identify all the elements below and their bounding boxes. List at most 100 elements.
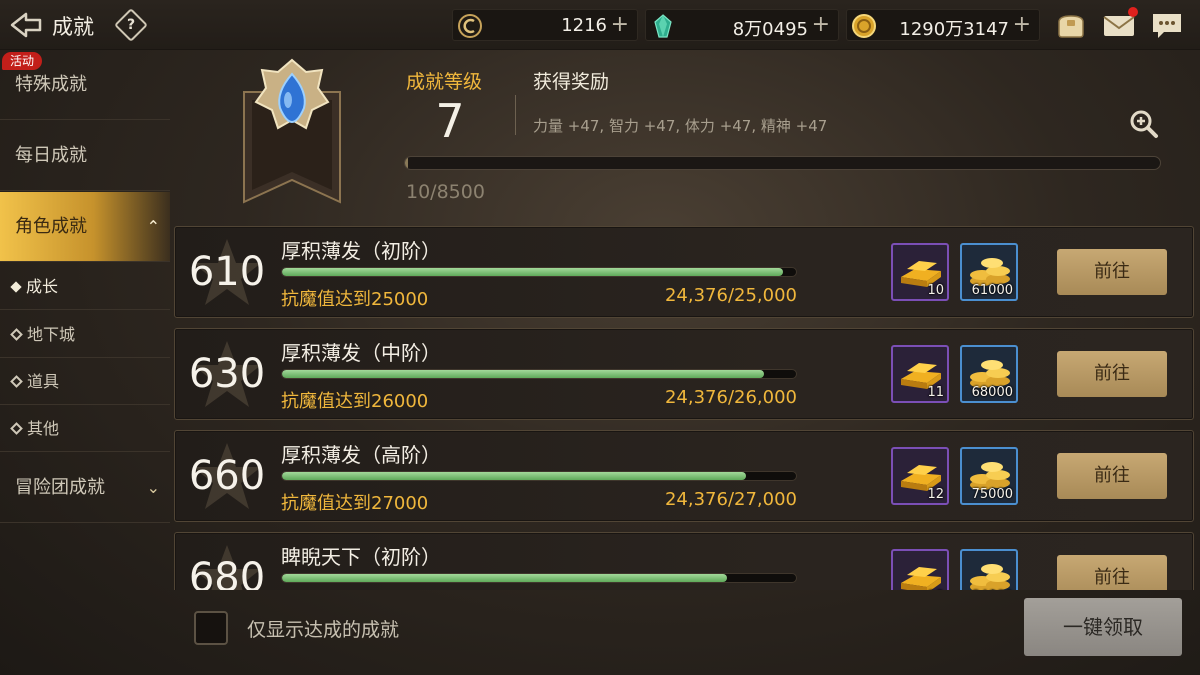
achievement-level-label: 成就等级 <box>406 71 483 93</box>
green-crystal-icon <box>654 14 672 38</box>
achievement-name: 厚积薄发（初阶） <box>281 239 441 263</box>
help-button[interactable]: ? <box>114 8 148 42</box>
reward-stats: 力量 +47, 智力 +47, 体力 +47, 精神 +47 <box>533 117 828 135</box>
achievement-list[interactable]: 610 厚积薄发（初阶） 抗魔值达到25000 24,376/25,000 10… <box>174 226 1194 590</box>
reward-quantity: 61000 <box>971 283 1013 298</box>
achievement-emblem-icon <box>243 58 341 204</box>
go-button[interactable]: 前往 <box>1057 249 1167 295</box>
achievement-progress-text: 24,376/27,000 <box>664 489 797 510</box>
achievement-level-value: 7 <box>435 94 465 148</box>
currency-crystal: 8万0495 + <box>645 9 839 41</box>
sidebar-item-special[interactable]: 活动 特殊成就 <box>0 50 170 120</box>
level-progress-text: 10/8500 <box>406 181 485 203</box>
bottom-bar: 仅显示达成的成就 一键领取 <box>174 590 1200 675</box>
achievement-progress-text: 24,376/25,000 <box>664 285 797 306</box>
sidebar-subitem-items[interactable]: 道具 <box>0 358 170 405</box>
achievement-progress-fill <box>282 268 784 276</box>
achievement-progress-bar <box>281 471 797 481</box>
reward-item-gold-bars[interactable]: 10 <box>891 243 949 301</box>
sidebar-subitem-label: 道具 <box>27 372 60 391</box>
reward-item-gold-coins[interactable]: 61000 <box>960 243 1018 301</box>
achievement-name: 厚积薄发（中阶） <box>281 341 441 365</box>
achievement-card: 610 厚积薄发（初阶） 抗魔值达到25000 24,376/25,000 10… <box>174 226 1194 318</box>
add-currency-button[interactable]: + <box>1013 12 1031 37</box>
c-coin-icon <box>458 14 482 38</box>
reward-item-gold-coins[interactable]: 84000 <box>960 549 1018 590</box>
reward-item-gold-coins[interactable]: 68000 <box>960 345 1018 403</box>
claim-all-button[interactable]: 一键领取 <box>1024 598 1182 656</box>
achievement-points: 660 <box>188 453 266 499</box>
sidebar-item-label: 特殊成就 <box>15 74 87 95</box>
reward-item-gold-coins[interactable]: 75000 <box>960 447 1018 505</box>
achievement-card: 630 厚积薄发（中阶） 抗魔值达到26000 24,376/26,000 11… <box>174 328 1194 420</box>
notification-dot <box>1128 7 1138 17</box>
level-progress-bar <box>404 156 1161 170</box>
currency-c-coin: 1216 + <box>452 9 638 41</box>
go-button[interactable]: 前往 <box>1057 453 1167 499</box>
diamond-bullet-icon <box>10 328 23 341</box>
achievement-points: 610 <box>188 249 266 295</box>
sidebar-subitem-label: 地下城 <box>27 325 76 344</box>
achievement-progress-fill <box>282 472 747 480</box>
achievement-points: 680 <box>188 555 266 590</box>
reward-quantity: 68000 <box>971 385 1013 400</box>
go-button[interactable]: 前往 <box>1057 351 1167 397</box>
divider <box>515 95 516 135</box>
achievement-progress-text: 24,376/26,000 <box>664 387 797 408</box>
sidebar-subitem-growth[interactable]: 成长 <box>0 263 170 310</box>
achievement-condition: 抗魔值达到26000 <box>281 391 429 412</box>
achievement-progress-fill <box>282 370 764 378</box>
add-currency-button[interactable]: + <box>611 12 629 37</box>
zoom-in-icon[interactable] <box>1128 108 1160 140</box>
show-completed-label[interactable]: 仅显示达成的成就 <box>247 615 399 642</box>
diamond-bullet-icon <box>10 422 23 435</box>
event-badge: 活动 <box>2 52 43 70</box>
reward-title: 获得奖励 <box>533 71 610 93</box>
chat-icon[interactable] <box>1150 10 1184 40</box>
achievement-progress-bar <box>281 369 797 379</box>
achievement-condition: 抗魔值达到25000 <box>281 289 429 310</box>
currency-value: 8万0495 <box>732 19 808 40</box>
sidebar-item-label: 冒险团成就 <box>15 477 105 498</box>
achievement-progress-fill <box>282 574 727 582</box>
sidebar-subitem-dungeon[interactable]: 地下城 <box>0 311 170 358</box>
back-arrow-icon[interactable] <box>6 8 46 42</box>
top-bar: 成就 ? 1216 + 8万0495 + 1290万3147 + <box>0 0 1200 50</box>
reward-quantity: 12 <box>927 487 944 502</box>
add-currency-button[interactable]: + <box>812 12 830 37</box>
sidebar-subitem-label: 其他 <box>27 419 60 438</box>
currency-value: 1216 <box>561 15 607 36</box>
achievement-progress-bar <box>281 573 797 583</box>
reward-quantity: 11 <box>927 385 944 400</box>
diamond-bullet-icon <box>10 375 23 388</box>
sidebar-item-character[interactable]: 角色成就 ⌃ <box>0 192 170 262</box>
currency-value: 1290万3147 <box>899 19 1009 40</box>
sidebar-item-daily[interactable]: 每日成就 <box>0 121 170 191</box>
achievement-card: 660 厚积薄发（高阶） 抗魔值达到27000 24,376/27,000 12… <box>174 430 1194 522</box>
sidebar-item-label: 角色成就 <box>15 216 87 237</box>
currency-gold: 1290万3147 + <box>846 9 1040 41</box>
show-completed-checkbox[interactable] <box>194 611 228 645</box>
chevron-down-icon: ⌄ <box>146 478 160 497</box>
reward-item-gold-bars[interactable]: 12 <box>891 447 949 505</box>
go-button[interactable]: 前往 <box>1057 555 1167 590</box>
reward-item-gold-bars[interactable]: 11 <box>891 345 949 403</box>
gold-coins-icon <box>970 564 1010 590</box>
sidebar-subitem-label: 成长 <box>26 277 59 296</box>
sidebar-subitem-other[interactable]: 其他 <box>0 405 170 452</box>
achievement-name: 睥睨天下（初阶） <box>281 545 441 569</box>
reward-item-gold-bars[interactable]: 13 <box>891 549 949 590</box>
page-title: 成就 <box>52 15 94 39</box>
reward-quantity: 10 <box>927 283 944 298</box>
achievement-condition: 抗魔值达到27000 <box>281 493 429 514</box>
bag-icon[interactable] <box>1054 10 1088 40</box>
reward-quantity: 75000 <box>971 487 1013 502</box>
mail-button[interactable] <box>1102 7 1138 40</box>
sidebar: 活动 特殊成就 每日成就 角色成就 ⌃ 成长 地下城 道具 其他 冒险团成就 ⌄ <box>0 50 170 675</box>
achievement-points: 630 <box>188 351 266 397</box>
sidebar-item-adventure-team[interactable]: 冒险团成就 ⌄ <box>0 453 170 523</box>
gold-coin-icon <box>852 14 876 38</box>
sidebar-item-label: 每日成就 <box>15 145 87 166</box>
diamond-bullet-icon <box>10 281 22 293</box>
achievement-card: 680 睥睨天下（初阶） 13 84000 前往 <box>174 532 1194 590</box>
